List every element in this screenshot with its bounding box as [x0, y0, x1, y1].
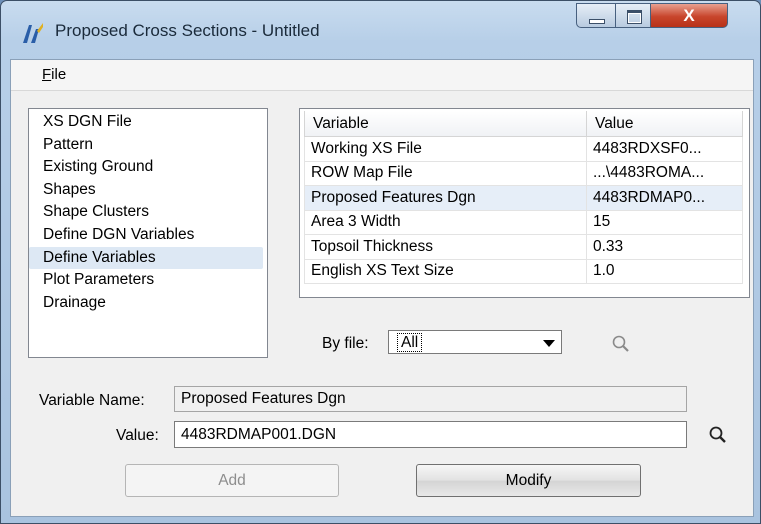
by-file-dropdown[interactable]: All [388, 330, 562, 354]
maximize-icon [627, 10, 642, 24]
cell-variable: English XS Text Size [304, 258, 587, 284]
table-row[interactable]: Proposed Features Dgn 4483RDMAP0... [304, 185, 743, 211]
category-list[interactable]: XS DGN File Pattern Existing Ground Shapes S… [28, 108, 268, 358]
table-row[interactable]: English XS Text Size 1.0 [304, 258, 743, 284]
minimize-button[interactable] [576, 3, 616, 28]
list-item[interactable]: Existing Ground [29, 156, 267, 179]
cell-variable: Topsoil Thickness [304, 234, 587, 260]
variables-grid[interactable]: Variable Value Working XS File 4483RDXSF0… [299, 108, 750, 298]
search-icon[interactable] [611, 334, 631, 354]
cell-value: 1.0 [586, 258, 743, 284]
list-item[interactable]: XS DGN File [29, 111, 267, 134]
cell-value: ...\4483ROMA... [586, 160, 743, 186]
variable-name-field: Proposed Features Dgn [174, 386, 687, 412]
cell-value: 4483RDMAP0... [586, 185, 743, 211]
cell-variable: Working XS File [304, 136, 587, 162]
by-file-selected-value: All [397, 333, 423, 352]
main-window: Proposed Cross Sections - Untitled X Fil… [0, 0, 761, 524]
modify-button[interactable]: Modify [416, 464, 641, 497]
table-row[interactable]: ROW Map File ...\4483ROMA... [304, 160, 743, 186]
by-file-label: By file: [322, 335, 369, 352]
title-bar[interactable]: Proposed Cross Sections - Untitled X [1, 1, 760, 59]
cell-variable: Area 3 Width [304, 209, 587, 235]
table-row[interactable]: Area 3 Width 15 [304, 209, 743, 235]
add-button[interactable]: Add [125, 464, 339, 497]
table-row[interactable]: Topsoil Thickness 0.33 [304, 234, 743, 260]
cell-value: 15 [586, 209, 743, 235]
column-header-variable[interactable]: Variable [304, 111, 587, 137]
list-item[interactable]: Drainage [29, 292, 267, 315]
chevron-down-icon [543, 340, 555, 347]
cell-value: 0.33 [586, 234, 743, 260]
column-header-value[interactable]: Value [586, 111, 743, 137]
window-title: Proposed Cross Sections - Untitled [55, 21, 320, 40]
menu-file[interactable]: File [42, 66, 66, 83]
list-item[interactable]: Shapes [29, 179, 267, 202]
app-icon [23, 23, 43, 43]
grid-header-row: Variable Value [304, 111, 743, 137]
cell-variable: Proposed Features Dgn [304, 185, 587, 211]
list-item[interactable]: Shape Clusters [29, 201, 267, 224]
dialog-client-area: File XS DGN File Pattern Existing Ground Sh… [10, 59, 754, 517]
close-icon: X [683, 6, 695, 25]
browse-search-icon[interactable] [708, 425, 728, 445]
minimize-icon [589, 19, 605, 24]
cell-value: 4483RDXSF0... [586, 136, 743, 162]
value-input[interactable]: 4483RDMAP001.DGN [174, 421, 687, 448]
variable-name-label: Variable Name: [39, 392, 145, 409]
cell-variable: ROW Map File [304, 160, 587, 186]
list-item[interactable]: Pattern [29, 134, 267, 157]
close-button[interactable]: X [650, 3, 728, 28]
list-item[interactable]: Define Variables [29, 246, 263, 270]
menu-bar: File [11, 60, 753, 91]
value-label: Value: [116, 427, 159, 444]
list-item[interactable]: Plot Parameters [29, 269, 267, 292]
maximize-button[interactable] [615, 3, 651, 28]
list-item[interactable]: Define DGN Variables [29, 224, 267, 247]
table-row[interactable]: Working XS File 4483RDXSF0... [304, 136, 743, 162]
